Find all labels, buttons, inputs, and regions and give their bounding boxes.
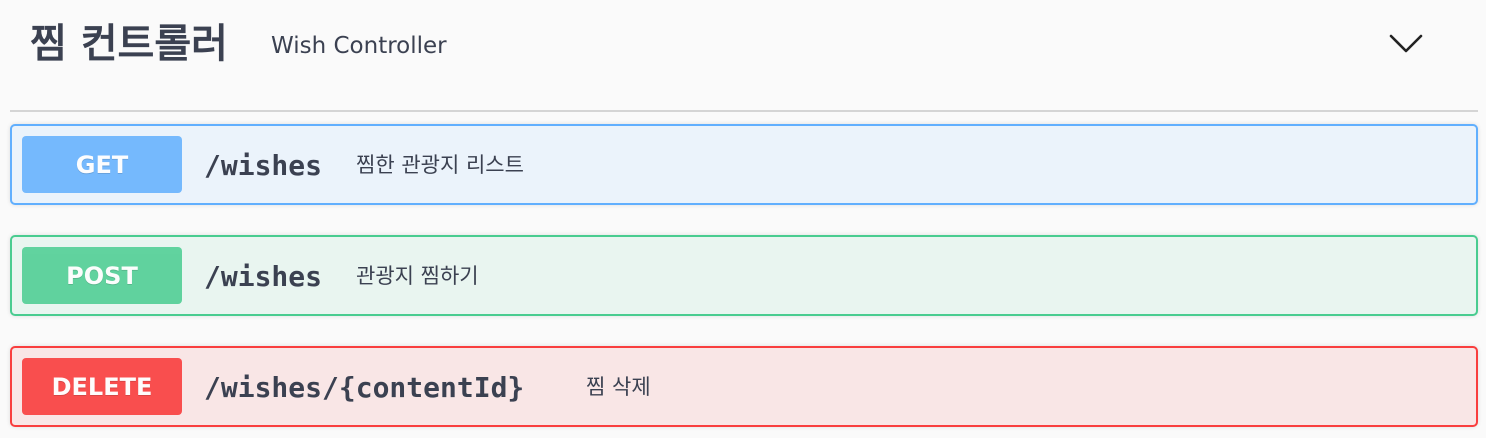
operation-post-wishes[interactable]: POST /wishes 관광지 찜하기 bbox=[10, 235, 1478, 316]
chevron-down-icon[interactable] bbox=[1382, 24, 1430, 64]
operation-delete-wish[interactable]: DELETE /wishes/{contentId} 찜 삭제 bbox=[10, 346, 1478, 427]
tag-title: 찜 컨트롤러 bbox=[30, 21, 228, 67]
operation-path: /wishes bbox=[204, 260, 323, 293]
operation-summary: 찜한 관광지 리스트 bbox=[356, 153, 524, 177]
operation-path: /wishes bbox=[204, 149, 323, 182]
method-badge-get: GET bbox=[22, 136, 182, 193]
method-badge-delete: DELETE bbox=[22, 358, 182, 415]
operation-get-wishes[interactable]: GET /wishes 찜한 관광지 리스트 bbox=[10, 124, 1478, 205]
tag-description: Wish Controller bbox=[271, 33, 447, 59]
operation-summary: 관광지 찜하기 bbox=[356, 264, 479, 288]
operation-summary: 찜 삭제 bbox=[586, 375, 651, 399]
operation-path: /wishes/{contentId} bbox=[204, 371, 525, 404]
wish-controller-section: 찜 컨트롤러 Wish Controller GET /wishes 찜한 관광… bbox=[0, 0, 1486, 438]
tag-header[interactable]: 찜 컨트롤러 Wish Controller bbox=[10, 0, 1478, 112]
method-badge-post: POST bbox=[22, 247, 182, 304]
